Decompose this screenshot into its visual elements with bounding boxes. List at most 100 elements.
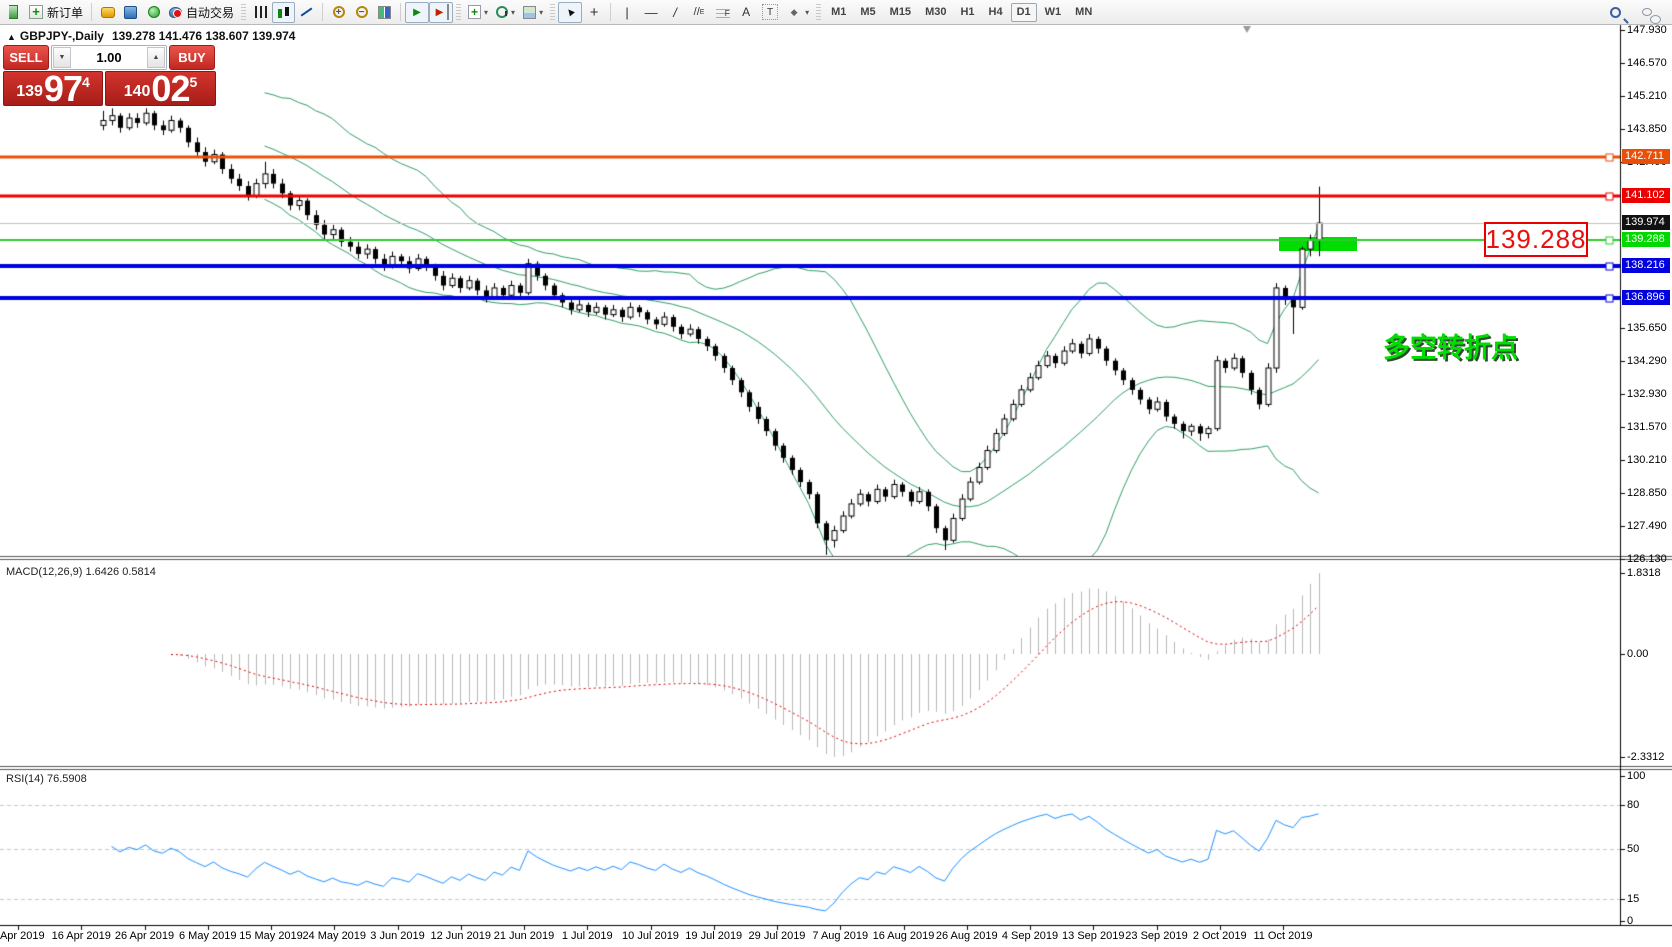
sell-price-big: 97	[44, 74, 82, 104]
dropdown-arrow-icon[interactable]: ▾	[484, 8, 488, 17]
periods-button[interactable]: ▾	[492, 2, 519, 23]
hline-price-tag: 142.711	[1622, 149, 1670, 164]
volume-box: ▼ ▲	[51, 45, 167, 70]
timeframe-d1-button[interactable]: D1	[1011, 3, 1037, 22]
buy-price-display[interactable]: 140 02 5	[105, 71, 216, 106]
volume-input[interactable]	[72, 46, 146, 69]
price-tick-label: 127.490	[1627, 519, 1671, 533]
rsi-axis-label: 100	[1627, 769, 1671, 783]
buy-button[interactable]: BUY	[169, 45, 215, 70]
timeframe-h1-button[interactable]: H1	[954, 3, 980, 22]
collapse-arrow-icon[interactable]: ▲	[7, 32, 16, 42]
candlestick-chart-button[interactable]	[272, 2, 295, 23]
periods-icon	[496, 6, 508, 18]
timeframe-h4-button[interactable]: H4	[983, 3, 1009, 22]
crosshair-icon: +	[586, 4, 602, 20]
timeframe-m5-button[interactable]: M5	[854, 3, 881, 22]
price-tick-label: 147.930	[1627, 23, 1671, 37]
rsi-axis-label: 80	[1627, 798, 1671, 812]
price-tick-label: 135.650	[1627, 321, 1671, 335]
cropped-icon	[2, 2, 25, 23]
volume-increase-button[interactable]: ▲	[147, 47, 165, 68]
price-chart-canvas[interactable]	[0, 0, 1672, 947]
templates-button[interactable]: ▾	[519, 2, 547, 23]
timeframe-m1-button[interactable]: M1	[825, 3, 852, 22]
horizontal-line-icon: —	[643, 4, 659, 20]
text-label-icon: T	[762, 4, 778, 20]
trendline-icon: /	[667, 4, 683, 20]
vertical-line-button[interactable]: |	[615, 2, 639, 23]
templates-icon	[523, 6, 536, 19]
price-tick-label: 143.850	[1627, 122, 1671, 136]
price-tick-label: 146.570	[1627, 56, 1671, 70]
fibonacci-button[interactable]: F	[711, 2, 734, 23]
search-button[interactable]	[1604, 2, 1627, 23]
chart-title: ▲ GBPJPY-,Daily 139.278 141.476 138.607 13…	[7, 29, 295, 43]
crosshair-button[interactable]: +	[582, 2, 606, 23]
sell-price-display[interactable]: 139 97 4	[3, 71, 103, 106]
timeframe-w1-button[interactable]: W1	[1039, 3, 1068, 22]
rsi-axis-label: 0	[1627, 914, 1671, 928]
dropdown-arrow-icon[interactable]: ▾	[805, 8, 809, 17]
hline-price-tag: 139.288	[1622, 232, 1670, 247]
text-button[interactable]: A	[734, 2, 758, 23]
new-order-button[interactable]: 新订单	[25, 2, 87, 23]
dropdown-arrow-icon[interactable]: ▾	[511, 8, 515, 17]
sell-price-pip: 4	[82, 74, 90, 90]
line-chart-button[interactable]	[295, 2, 318, 23]
horizontal-line-button[interactable]: —	[639, 2, 663, 23]
signals-icon	[148, 6, 160, 18]
rsi-axis-label: 15	[1627, 892, 1671, 906]
toolbar-grip	[456, 4, 461, 20]
price-tick-label: 134.290	[1627, 354, 1671, 368]
sell-button[interactable]: SELL	[3, 45, 49, 70]
arrows-button[interactable]: ◆▾	[782, 2, 813, 23]
chart-shift-button[interactable]: ▶	[429, 2, 453, 23]
autotrading-icon	[169, 7, 182, 18]
timeframe-buttons: M1M5M15M30H1H4D1W1MN	[824, 3, 1099, 22]
dropdown-arrow-icon[interactable]: ▾	[539, 8, 543, 17]
ohlc-values: 139.278 141.476 138.607 139.974	[112, 29, 296, 43]
bar-chart-button[interactable]	[249, 2, 272, 23]
cursor-button[interactable]	[558, 2, 582, 23]
data-window-button[interactable]	[119, 2, 142, 23]
equidistant-channel-button[interactable]: //E	[687, 2, 711, 23]
macd-axis-label: -2.3312	[1627, 750, 1671, 764]
volume-decrease-button[interactable]: ▼	[53, 47, 71, 68]
signals-button[interactable]	[142, 2, 165, 23]
pivot-point-annotation[interactable]: 多空转折点	[1383, 326, 1518, 365]
macd-indicator-label: MACD(12,26,9) 1.6426 0.5814	[6, 566, 156, 578]
zoom-out-button[interactable]: −	[350, 2, 373, 23]
zoom-in-icon: +	[333, 6, 345, 18]
indicators-button[interactable]: +▾	[464, 2, 492, 23]
symbol-period: GBPJPY-,Daily	[20, 29, 104, 43]
date-axis[interactable]: 7 Apr 201916 Apr 201926 Apr 20196 May 20…	[0, 926, 1620, 946]
price-level-annotation[interactable]: 139.288	[1484, 222, 1588, 257]
community-button[interactable]	[1635, 2, 1658, 23]
tile-windows-button[interactable]	[373, 2, 396, 23]
toolbar-grip	[816, 4, 821, 20]
buy-price-big: 02	[151, 74, 189, 104]
toolbar: 新订单自动交易+−▶▶+▾▾▾+|—///EFAT◆▾ M1M5M15M30H1…	[0, 0, 1672, 25]
rsi-axis-label: 50	[1627, 842, 1671, 856]
candlestick-chart-icon	[277, 6, 290, 19]
cursor-icon	[562, 4, 578, 20]
toolbar-separator	[610, 3, 611, 21]
timeframe-m15-button[interactable]: M15	[884, 3, 917, 22]
text-icon: A	[738, 4, 754, 20]
toolbar-grip	[550, 4, 555, 20]
macd-axis-label: 0.00	[1627, 647, 1671, 661]
auto-scroll-button[interactable]: ▶	[405, 2, 429, 23]
price-tick-label: 126.130	[1627, 552, 1671, 566]
trendline-button[interactable]: /	[663, 2, 687, 23]
autotrading-button[interactable]: 自动交易	[165, 2, 238, 23]
hline-price-tag: 136.896	[1622, 290, 1670, 305]
timeframe-mn-button[interactable]: MN	[1069, 3, 1098, 22]
zoom-in-button[interactable]: +	[327, 2, 350, 23]
market-watch-button[interactable]	[96, 2, 119, 23]
toolbar-button-label: 新订单	[47, 4, 83, 21]
one-click-trading-panel: SELL ▼ ▲ BUY 139 97 4 140 02 5	[3, 45, 217, 106]
text-label-button[interactable]: T	[758, 2, 782, 23]
price-tick-label: 131.570	[1627, 420, 1671, 434]
timeframe-m30-button[interactable]: M30	[919, 3, 952, 22]
